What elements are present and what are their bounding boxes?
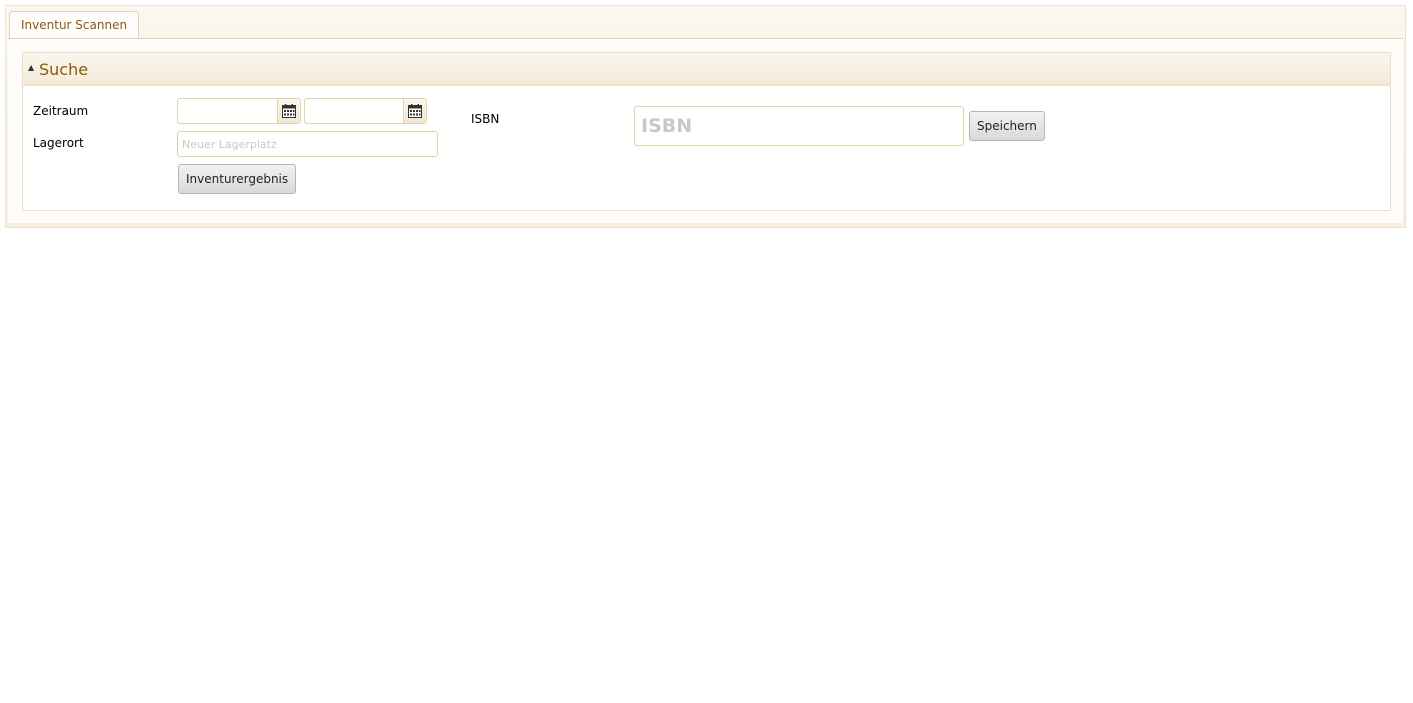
- lagerort-input[interactable]: [177, 131, 438, 157]
- date-from-picker-button[interactable]: [277, 99, 300, 123]
- calendar-icon: [408, 104, 422, 118]
- search-fieldset-title: Suche: [39, 60, 89, 79]
- tab-inventur-scannen[interactable]: Inventur Scannen: [9, 11, 140, 39]
- tab-panel: ▲ Suche Zeitraum Lagerort Neuer Lagerpla…: [8, 38, 1403, 223]
- lagerort-label: Lagerort: [33, 136, 84, 150]
- save-button[interactable]: Speichern: [969, 111, 1045, 141]
- inventurergebnis-button[interactable]: Inventurergebnis: [178, 164, 297, 194]
- date-to-picker-button[interactable]: [403, 99, 426, 123]
- triangle-up-icon: ▲: [28, 63, 35, 72]
- zeitraum-label: Zeitraum: [33, 104, 89, 118]
- date-to-field: [304, 98, 427, 124]
- tab-label: Inventur Scannen: [21, 18, 128, 32]
- app-container: Inventur Scannen ▲ Suche Zeitraum Lagero…: [5, 5, 1406, 228]
- search-fieldset-header[interactable]: ▲ Suche: [23, 53, 1390, 86]
- isbn-input[interactable]: [634, 106, 964, 146]
- calendar-icon: [282, 104, 296, 118]
- search-fieldset: ▲ Suche Zeitraum Lagerort Neuer Lagerpla…: [22, 52, 1391, 211]
- isbn-label: ISBN: [471, 112, 500, 126]
- date-from-field: [177, 98, 301, 124]
